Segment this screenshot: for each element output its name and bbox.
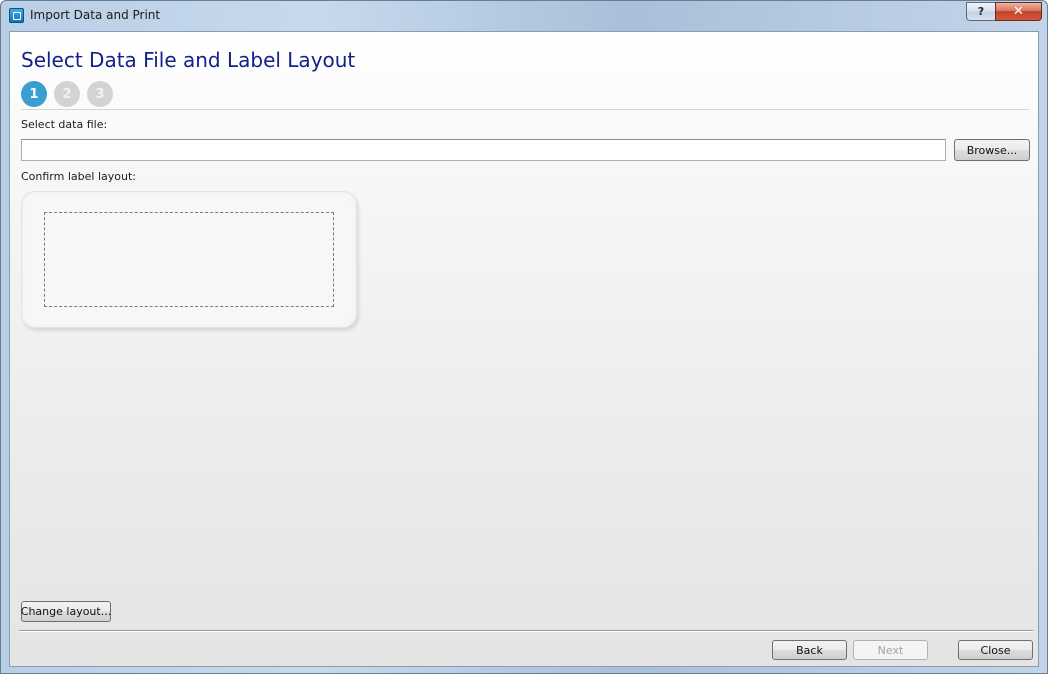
help-button[interactable]: ?: [966, 2, 995, 21]
window-title: Import Data and Print: [30, 8, 161, 22]
app-icon: [9, 8, 24, 23]
label-layout-outline: [44, 212, 334, 307]
next-button[interactable]: Next: [853, 640, 928, 660]
caption-buttons: ? ✕: [966, 2, 1042, 21]
data-file-label: Select data file:: [21, 118, 108, 131]
footer-divider: [19, 630, 1033, 632]
back-button[interactable]: Back: [772, 640, 847, 660]
dialog-content: Select Data File and Label Layout 1 2 3 …: [9, 31, 1039, 667]
browse-button[interactable]: Browse...: [954, 139, 1030, 161]
step-indicator: 1 2 3: [21, 81, 120, 107]
title-bar[interactable]: Import Data and Print ? ✕: [1, 1, 1047, 31]
label-layout-label: Confirm label layout:: [21, 170, 136, 183]
label-layout-preview: [21, 191, 357, 328]
help-icon: ?: [977, 5, 985, 18]
header-divider: [21, 109, 1029, 110]
step-3: 3: [87, 81, 113, 107]
import-data-window: Import Data and Print ? ✕ Select Data Fi…: [0, 0, 1048, 674]
window-close-button[interactable]: ✕: [995, 2, 1042, 21]
page-title: Select Data File and Label Layout: [21, 48, 356, 72]
close-button[interactable]: Close: [958, 640, 1033, 660]
close-icon: ✕: [1013, 4, 1024, 19]
step-2: 2: [54, 81, 80, 107]
data-file-input[interactable]: [21, 139, 946, 161]
step-1: 1: [21, 81, 47, 107]
change-layout-button[interactable]: Change layout...: [21, 601, 111, 622]
